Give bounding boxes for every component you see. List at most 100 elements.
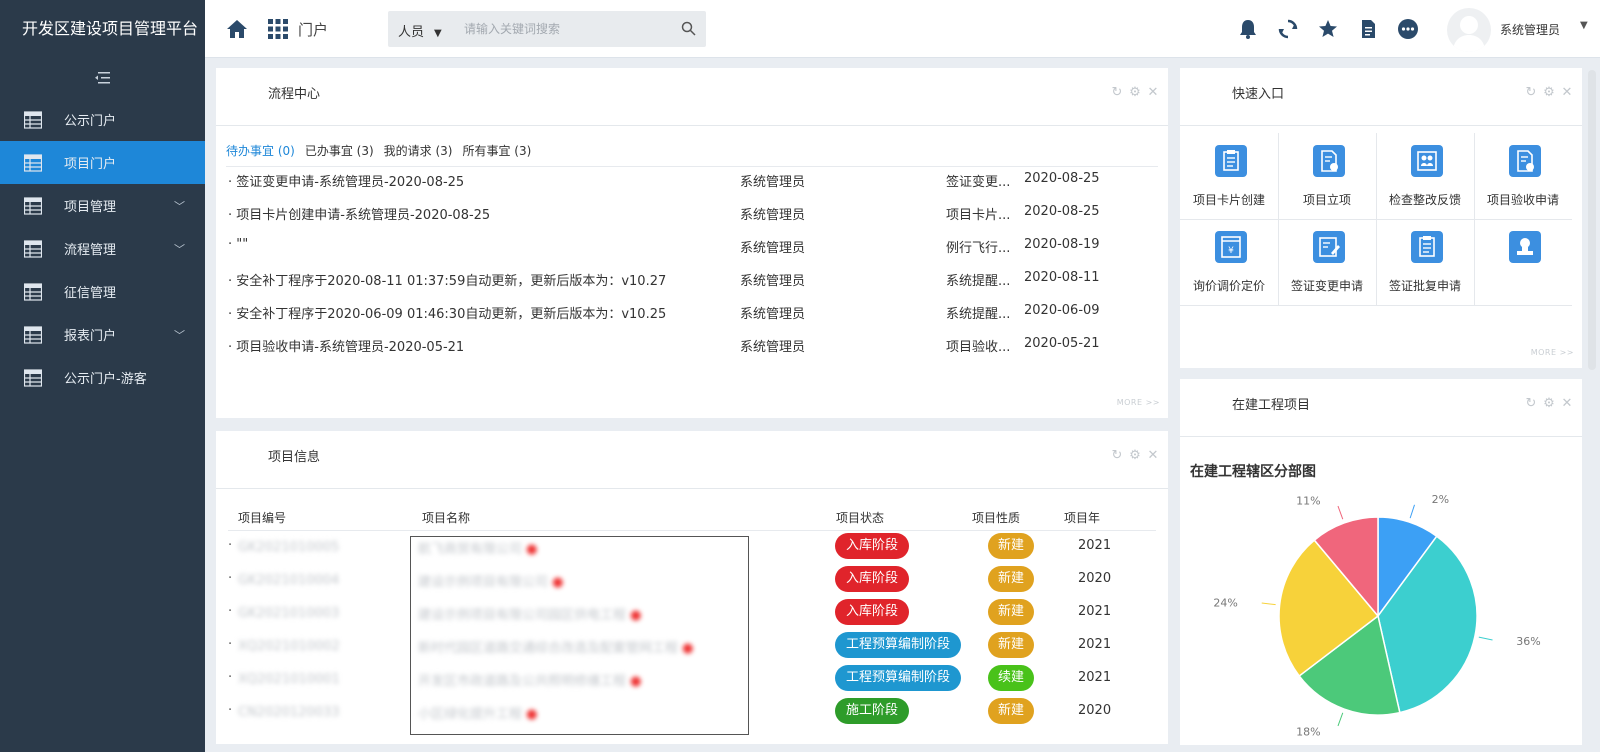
panel-title: 流程中心 — [268, 87, 321, 102]
list-item[interactable]: · 安全补丁程序于2020-08-11 01:37:59自动更新，更新后版本为：… — [228, 270, 1148, 290]
sidebar: 开发区建设项目管理平台 公示门户 项目门户 项目管理 ﹀ 流程管理 ﹀ 征信管理 报表门户 ﹀ 公… — [0, 0, 205, 752]
tab-process[interactable]: 已办事宜 (3) — [305, 142, 374, 159]
project-year: 2021 — [1078, 604, 1112, 619]
sidebar-item[interactable]: 流程管理 ﹀ — [0, 227, 205, 270]
name-highlight-box — [410, 536, 749, 735]
project-code: GK2021010004 — [238, 573, 340, 588]
gear-icon[interactable]: ⚙ — [1542, 86, 1556, 100]
bell-icon[interactable] — [1237, 18, 1259, 40]
status-badge: 工程预算编制阶段 — [835, 632, 962, 658]
sidebar-item[interactable]: 公示门户 — [0, 98, 205, 141]
quick-entry-item[interactable]: ¥ 询价调价定价 — [1180, 219, 1278, 305]
process-title[interactable]: · 项目卡片创建申请-系统管理员-2020-08-25 — [228, 204, 490, 223]
process-user: 系统管理员 — [740, 175, 806, 190]
chevron-down-icon[interactable]: ▼ — [1580, 20, 1588, 31]
panel-title: 快速入口 — [1232, 87, 1285, 102]
more-link[interactable]: MORE >> — [1531, 348, 1574, 357]
refresh-icon[interactable]: ↻ — [1524, 86, 1538, 100]
more-link[interactable]: MORE >> — [1117, 398, 1160, 407]
panel-tools: ↻ ⚙ ✕ — [1524, 397, 1574, 411]
search-icon[interactable] — [681, 21, 696, 36]
avatar[interactable] — [1447, 8, 1491, 52]
more-icon[interactable] — [1397, 18, 1419, 40]
process-user: 系统管理员 — [740, 208, 806, 223]
menu-collapse-icon[interactable] — [0, 58, 205, 98]
process-title[interactable]: · 签证变更申请-系统管理员-2020-08-25 — [228, 171, 464, 190]
portal-label[interactable]: 门户 — [298, 19, 328, 40]
nature-badge: 新建 — [988, 632, 1035, 658]
tab-process[interactable]: 所有事宜 (3) — [462, 142, 531, 159]
star-icon[interactable] — [1317, 18, 1339, 40]
sidebar-item[interactable]: 报表门户 ﹀ — [0, 313, 205, 356]
list-item[interactable]: · 项目验收申请-系统管理员-2020-05-21 系统管理员 项目验收... 202… — [228, 336, 1148, 356]
sidebar-item[interactable]: 公示门户-游客 — [0, 356, 205, 399]
status-badge: 施工阶段 — [835, 698, 910, 724]
list-item[interactable]: · 签证变更申请-系统管理员-2020-08-25 系统管理员 签证变更... 202… — [228, 171, 1148, 191]
grid-line — [1180, 305, 1572, 306]
chart-title: 在建工程辖区分部图 — [1190, 464, 1316, 480]
close-icon[interactable]: ✕ — [1146, 86, 1160, 100]
process-date: 2020-08-25 — [1024, 171, 1100, 186]
process-date: 2020-06-09 — [1024, 303, 1100, 318]
project-year: 2020 — [1078, 571, 1112, 586]
quick-entry-label: 签证变更申请 — [1290, 279, 1363, 293]
process-user: 系统管理员 — [740, 274, 806, 289]
list-item[interactable]: · "" 系统管理员 例行飞行... 2020-08-19 — [228, 237, 1148, 257]
chevron-down-icon: ﹀ — [174, 329, 185, 342]
quick-entry-item[interactable]: 签证批复申请 — [1376, 219, 1474, 305]
sidebar-item-label: 流程管理 — [64, 243, 117, 258]
close-icon[interactable]: ✕ — [1560, 397, 1574, 411]
sidebar-item-label: 项目管理 — [64, 200, 117, 215]
search-input[interactable] — [464, 17, 664, 41]
document-icon[interactable] — [1357, 18, 1379, 40]
table-icon — [23, 239, 43, 258]
process-title[interactable]: · 安全补丁程序于2020-08-11 01:37:59自动更新，更新后版本为：… — [228, 270, 666, 289]
sidebar-item[interactable]: 项目管理 ﹀ — [0, 184, 205, 227]
search-scope-select[interactable]: 人员 ▼ — [398, 21, 442, 40]
team-icon — [1411, 145, 1443, 177]
quick-entry-item[interactable] — [1474, 219, 1572, 305]
sidebar-item[interactable]: 征信管理 — [0, 270, 205, 313]
quick-entry-item[interactable]: 项目卡片创建 — [1180, 133, 1278, 219]
pie-label-line — [1409, 504, 1415, 519]
process-title[interactable]: · "" — [228, 237, 248, 252]
process-date: 2020-05-21 — [1024, 336, 1100, 351]
gear-icon[interactable]: ⚙ — [1542, 397, 1556, 411]
refresh-icon[interactable]: ↻ — [1110, 86, 1124, 100]
project-code: XQ2021010001 — [238, 672, 340, 687]
app-title: 开发区建设项目管理平台 — [22, 19, 199, 38]
refresh-icon[interactable]: ↻ — [1524, 397, 1538, 411]
sync-icon[interactable] — [1277, 18, 1299, 40]
project-code: GK2021010003 — [238, 606, 340, 621]
list-item[interactable]: · 安全补丁程序于2020-06-09 01:46:30自动更新，更新后版本为：… — [228, 303, 1148, 323]
scrollbar[interactable] — [1588, 70, 1596, 370]
close-icon[interactable]: ✕ — [1560, 86, 1574, 100]
apps-grid-icon[interactable] — [267, 18, 289, 40]
quick-entry-label: 项目立项 — [1302, 193, 1351, 207]
document-check-icon — [1313, 145, 1345, 177]
tab-process[interactable]: 我的请求 (3) — [384, 142, 453, 159]
quick-entry-item[interactable]: 项目立项 — [1278, 133, 1376, 219]
sidebar-item[interactable]: 项目门户 — [0, 141, 205, 184]
quick-entry-item[interactable]: 签证变更申请 — [1278, 219, 1376, 305]
divider — [216, 125, 1168, 126]
close-icon[interactable]: ✕ — [1146, 449, 1160, 463]
quick-entry-item[interactable]: 项目验收申请 — [1474, 133, 1572, 219]
gear-icon[interactable]: ⚙ — [1128, 86, 1142, 100]
gear-icon[interactable]: ⚙ — [1128, 449, 1142, 463]
quick-entry-item[interactable]: 检查整改反馈 — [1376, 133, 1474, 219]
user-name[interactable]: 系统管理员 — [1500, 21, 1560, 38]
process-title[interactable]: · 安全补丁程序于2020-06-09 01:46:30自动更新，更新后版本为：… — [228, 303, 666, 322]
status-badge: 入库阶段 — [835, 566, 910, 592]
process-title[interactable]: · 项目验收申请-系统管理员-2020-05-21 — [228, 336, 464, 355]
tab-process[interactable]: 待办事宜 (0) — [226, 142, 295, 159]
divider — [1180, 125, 1582, 126]
process-type: 系统提醒... — [946, 274, 1011, 289]
refresh-icon[interactable]: ↻ — [1110, 449, 1124, 463]
home-icon[interactable] — [225, 17, 249, 41]
divider — [226, 166, 1158, 167]
top-header: 门户 人员 ▼ 系统管理员 ▼ — [205, 0, 1600, 58]
chevron-down-icon: ﹀ — [174, 200, 185, 213]
search-box: 人员 ▼ — [388, 11, 706, 47]
list-item[interactable]: · 项目卡片创建申请-系统管理员-2020-08-25 系统管理员 项目卡片... 2… — [228, 204, 1148, 224]
